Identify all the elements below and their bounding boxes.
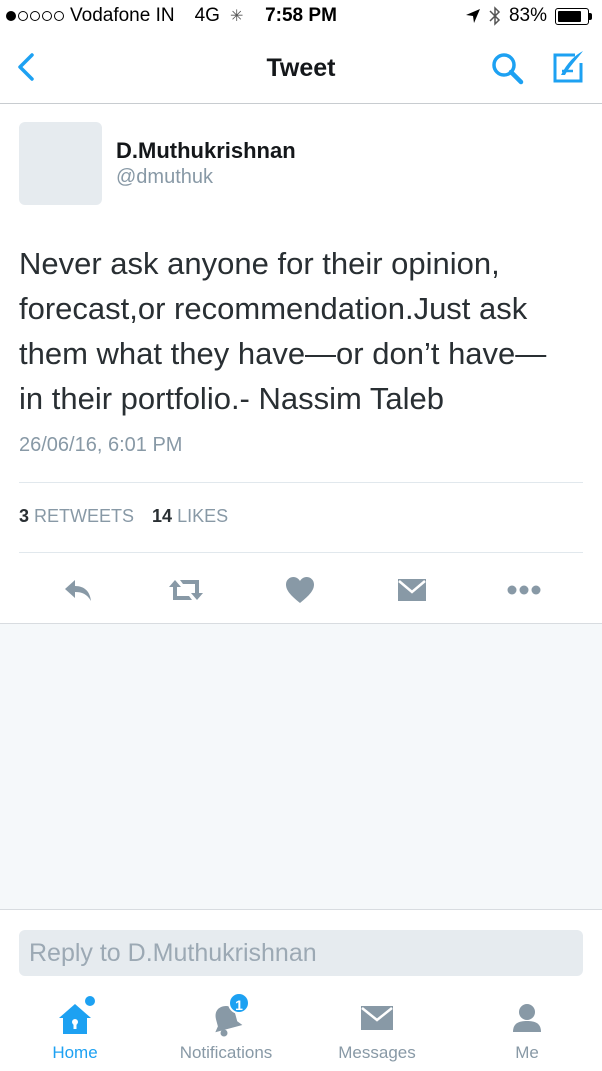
replies-area <box>0 624 602 910</box>
tweet-actions <box>0 564 602 614</box>
tab-messages[interactable]: Messages <box>302 996 452 1068</box>
reply-input[interactable]: Reply to D.Muthukrishnan <box>19 930 583 976</box>
location-arrow-icon <box>465 9 480 23</box>
direct-message-icon <box>398 579 426 601</box>
retweets-label: RETWEETS <box>34 506 135 526</box>
tab-me[interactable]: Me <box>452 996 602 1068</box>
likes-count: 14 <box>152 506 173 526</box>
carrier-name: Vodafone IN <box>70 5 175 26</box>
tab-label: Messages <box>338 1043 416 1062</box>
tweet-detail: D.Muthukrishnan @dmuthuk Never ask anyon… <box>0 104 602 624</box>
retweets-count: 3 <box>19 506 30 526</box>
retweet-icon <box>169 580 203 600</box>
tab-label: Me <box>515 1043 539 1062</box>
reply-button[interactable] <box>58 570 98 610</box>
compose-tweet-button[interactable] <box>549 49 587 85</box>
like-icon <box>286 577 314 603</box>
tweet-text: Never ask anyone for their opinion, fore… <box>19 246 547 416</box>
search-icon <box>492 53 524 85</box>
navigation-bar: Tweet <box>0 34 602 104</box>
avatar[interactable] <box>19 122 102 205</box>
tab-bar: Home 1 Notifications Messages Me <box>0 990 602 1071</box>
tab-notifications[interactable]: 1 Notifications <box>151 992 301 1068</box>
divider <box>19 482 583 483</box>
notification-badge: 1 <box>228 992 250 1014</box>
signal-strength-icon <box>6 11 64 21</box>
likes-stat[interactable]: 14 LIKES <box>152 506 228 527</box>
new-content-indicator <box>85 996 95 1006</box>
retweet-button[interactable] <box>166 570 206 610</box>
compose-icon <box>553 51 583 83</box>
network-type: 4G <box>194 5 220 26</box>
like-button[interactable] <box>280 570 320 610</box>
search-button[interactable] <box>489 50 525 86</box>
likes-label: LIKES <box>177 506 229 526</box>
retweets-stat[interactable]: 3 RETWEETS <box>19 506 134 527</box>
tweet-timestamp: 26/06/16, 6:01 PM <box>19 434 183 456</box>
divider <box>19 552 583 553</box>
battery-icon <box>555 7 592 25</box>
bluetooth-icon <box>489 6 501 26</box>
chevron-left-icon <box>18 53 34 81</box>
envelope-icon <box>361 1006 393 1030</box>
activity-spinner-icon: ✳ <box>229 8 244 25</box>
status-bar: Vodafone IN 4G ✳ 7:58 PM 83% <box>0 0 602 34</box>
tweet-stats: 3 RETWEETS 14 LIKES <box>19 506 228 527</box>
author-handle[interactable]: @dmuthuk <box>116 166 213 189</box>
more-button[interactable] <box>504 570 544 610</box>
battery-percentage: 83% <box>508 5 547 26</box>
person-icon <box>513 1004 541 1032</box>
author-name[interactable]: D.Muthukrishnan <box>116 138 296 164</box>
tab-label: Home <box>52 1043 98 1062</box>
reply-icon <box>65 580 91 601</box>
reply-placeholder: Reply to D.Muthukrishnan <box>29 939 317 967</box>
direct-message-button[interactable] <box>392 570 432 610</box>
tab-label: Notifications <box>179 1043 273 1062</box>
back-button[interactable] <box>12 50 42 84</box>
more-icon <box>507 585 541 595</box>
tab-home[interactable]: Home <box>0 996 150 1068</box>
